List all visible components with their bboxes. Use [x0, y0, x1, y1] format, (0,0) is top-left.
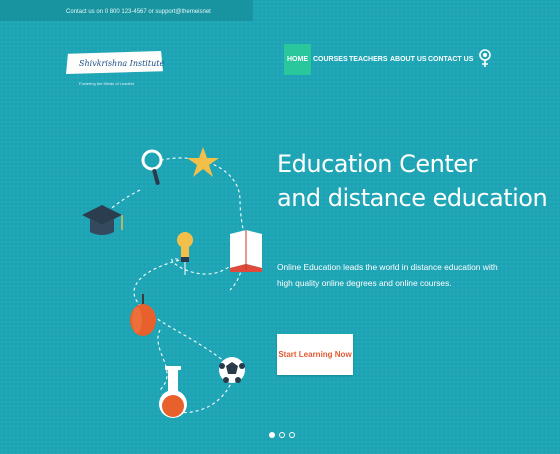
search-icon[interactable]	[478, 48, 492, 70]
site-logo[interactable]: Shivkrishna Institute Fostering the Mind…	[66, 51, 165, 91]
top-bar: Contact us on 0 800 123-4567 or support@…	[0, 0, 253, 21]
graduation-cap-icon	[82, 205, 123, 235]
hero-description: Online Education leads the world in dist…	[277, 262, 498, 288]
lightbulb-icon	[177, 232, 193, 275]
hero-title: Education Center and distance education	[277, 147, 548, 215]
slider-pagination	[267, 432, 307, 442]
soccer-ball-icon	[219, 357, 245, 383]
start-learning-button[interactable]: Start Learning Now	[277, 334, 353, 375]
nav-about-us[interactable]: ABOUT US	[390, 44, 427, 75]
education-illustration	[82, 147, 262, 418]
slide-dot-2[interactable]	[279, 432, 285, 438]
slide-dot-3[interactable]	[289, 432, 295, 438]
logo-tagline: Fostering the Minds of Leaders	[79, 81, 135, 86]
book-icon	[230, 230, 262, 272]
star-icon	[187, 147, 219, 177]
apple-icon	[130, 294, 156, 336]
nav-contact-us[interactable]: CONTACT US	[428, 44, 473, 75]
slide-dot-1[interactable]	[269, 432, 275, 438]
nav-home[interactable]: HOME	[284, 44, 311, 75]
contact-info: Contact us on 0 800 123-4567 or support@…	[66, 9, 211, 15]
flask-icon	[159, 366, 187, 418]
hero-title-line1: Education Center	[277, 150, 477, 178]
magnifier-icon	[141, 149, 163, 185]
logo-name: Shivkrishna Institute	[79, 59, 165, 68]
nav-teachers[interactable]: TEACHERS	[349, 44, 388, 75]
hero-title-line2: and distance education	[277, 184, 548, 212]
nav-courses[interactable]: COURSES	[313, 44, 348, 75]
